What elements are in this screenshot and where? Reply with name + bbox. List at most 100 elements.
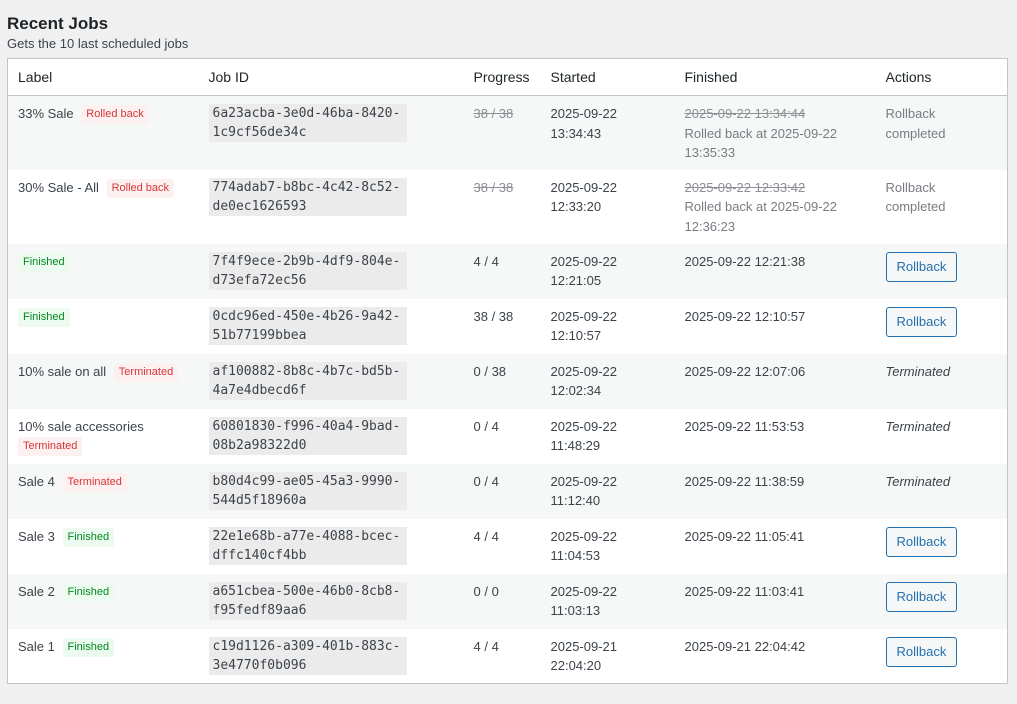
started-cell: 2025-09-22 12:33:20 [550, 179, 618, 215]
page-title: Recent Jobs [7, 14, 109, 33]
column-header-label: Label [7, 58, 199, 96]
job-id: 0cdc96ed-450e-4b26-9a42-51b77199bbea [208, 306, 407, 345]
finished-cell: 2025-09-21 22:04:42 [684, 638, 806, 654]
progress-cell: 38 / 38 [464, 170, 541, 244]
progress-value: 38 / 38 [473, 179, 514, 195]
started-cell: 2025-09-22 12:21:05 [550, 253, 618, 289]
job-id-cell: 7f4f9ece-2b9b-4df9-804e-d73efa72ec56 [199, 244, 464, 299]
status-badge: Finished [62, 582, 115, 602]
page-subtitle: Gets the 10 last scheduled jobs [7, 36, 189, 51]
started-cell: 2025-09-22 11:12:40 [550, 473, 618, 509]
rolled-back-note: Rolled back at 2025-09-22 12:36:23 [684, 199, 838, 234]
actions-cell: Rollback completed [876, 96, 1008, 170]
actions-cell: Rollback [876, 629, 1008, 684]
started-cell: 2025-09-22 12:10:57 [550, 308, 618, 344]
table-row: 30% Sale - All Rolled back 774adab7-b8bc… [7, 169, 1008, 244]
finished-cell: 2025-09-22 12:33:42 Rolled back at 2025-… [675, 170, 876, 244]
terminated-text: Terminated [885, 418, 951, 434]
rollback-button[interactable]: Rollback [885, 581, 958, 612]
finished-cell: 2025-09-22 12:21:38 [684, 253, 806, 269]
progress-cell: 0 / 4 [473, 418, 499, 434]
terminated-text: Terminated [885, 363, 951, 379]
table-row: Finished 7f4f9ece-2b9b-4df9-804e-d73efa7… [7, 243, 1008, 299]
actions-cell: Rollback [876, 299, 1008, 354]
status-badge: Terminated [62, 472, 127, 492]
table-row: 10% sale accessories Terminated 60801830… [7, 408, 1008, 464]
job-id: 7f4f9ece-2b9b-4df9-804e-d73efa72ec56 [208, 251, 407, 290]
job-id: 60801830-f996-40a4-9bad-08b2a98322d0 [208, 416, 407, 455]
progress-cell: 38 / 38 [464, 96, 541, 170]
actions-cell: Rollback [876, 244, 1008, 299]
job-id-cell: 22e1e68b-a77e-4088-bcec-dffc140cf4bb [199, 519, 464, 574]
label-cell: Finished [8, 244, 199, 299]
status-badge: Terminated [18, 437, 83, 456]
status-badge: Rolled back [106, 178, 175, 198]
job-label: 10% sale on all [18, 363, 107, 379]
table-row: Finished 0cdc96ed-450e-4b26-9a42-51b7719… [7, 298, 1008, 354]
job-id: af100882-8b8c-4b7c-bd5b-4a7e4dbecd6f [208, 361, 407, 400]
label-cell: 30% Sale - All Rolled back [8, 170, 199, 244]
job-id-cell: 60801830-f996-40a4-9bad-08b2a98322d0 [199, 409, 464, 464]
progress-cell: 4 / 4 [473, 528, 499, 544]
label-cell: Finished [8, 299, 199, 354]
status-badge: Finished [18, 307, 70, 327]
actions-cell: Terminated [876, 409, 1008, 464]
job-label: 30% Sale - All [18, 179, 99, 195]
started-cell: 2025-09-22 12:02:34 [550, 363, 618, 399]
label-cell: Sale 4 Terminated [8, 464, 199, 519]
rollback-completed-text: Rollback completed [885, 106, 946, 141]
actions-cell: Terminated [876, 354, 1008, 409]
job-label: Sale 4 [18, 473, 55, 489]
progress-cell: 4 / 4 [473, 253, 499, 269]
table-row: Sale 4 Terminated b80d4c99-ae05-45a3-999… [7, 463, 1008, 519]
progress-cell: 0 / 0 [473, 583, 499, 599]
progress-cell: 38 / 38 [473, 308, 514, 324]
job-id-cell: 774adab7-b8bc-4c42-8c52-de0ec1626593 [199, 170, 464, 244]
job-id-cell: a651cbea-500e-46b0-8cb8-f95fedf89aa6 [199, 574, 464, 629]
column-header-progress: Progress [463, 58, 541, 96]
rollback-button[interactable]: Rollback [885, 251, 958, 282]
job-id-cell: b80d4c99-ae05-45a3-9990-544d5f18960a [199, 464, 464, 519]
job-label: Sale 2 [18, 583, 55, 599]
table-row: Sale 2 Finished a651cbea-500e-46b0-8cb8-… [7, 573, 1008, 629]
rollback-button[interactable]: Rollback [885, 526, 958, 557]
job-id-cell: 6a23acba-3e0d-46ba-8420-1c9cf56de34c [199, 96, 464, 170]
progress-cell: 0 / 4 [473, 473, 499, 489]
job-label: Sale 1 [18, 638, 55, 654]
rollback-button[interactable]: Rollback [885, 306, 958, 337]
job-id: 6a23acba-3e0d-46ba-8420-1c9cf56de34c [208, 104, 407, 142]
table-row: Sale 3 Finished 22e1e68b-a77e-4088-bcec-… [7, 518, 1008, 574]
actions-cell: Terminated [876, 464, 1008, 519]
table-row: 33% Sale Rolled back 6a23acba-3e0d-46ba-… [7, 95, 1008, 170]
finished-cell: 2025-09-22 12:10:57 [684, 308, 806, 324]
label-cell: 10% sale accessories Terminated [8, 409, 199, 464]
started-cell: 2025-09-22 11:04:53 [550, 528, 618, 564]
jobs-table: Label Job ID Progress Started Finished A… [7, 58, 1008, 684]
job-id: 22e1e68b-a77e-4088-bcec-dffc140cf4bb [208, 526, 407, 565]
label-cell: Sale 3 Finished [8, 519, 199, 574]
finished-cell: 2025-09-22 11:05:41 [684, 528, 805, 544]
finished-cell: 2025-09-22 11:38:59 [684, 473, 805, 489]
table-header-row: Label Job ID Progress Started Finished A… [7, 58, 1008, 96]
status-badge: Finished [62, 637, 115, 657]
job-id-cell: c19d1126-a309-401b-883c-3e4770f0b096 [199, 629, 464, 684]
job-label: Sale 3 [18, 528, 55, 544]
column-header-job-id: Job ID [198, 58, 464, 96]
rolled-back-note: Rolled back at 2025-09-22 13:35:33 [684, 125, 838, 161]
column-header-actions: Actions [875, 58, 1008, 96]
finished-cell: 2025-09-22 13:34:44 Rolled back at 2025-… [675, 96, 876, 170]
progress-cell: 4 / 4 [473, 638, 499, 654]
job-id-cell: af100882-8b8c-4b7c-bd5b-4a7e4dbecd6f [199, 354, 464, 409]
started-cell: 2025-09-21 22:04:20 [550, 638, 618, 674]
job-id: a651cbea-500e-46b0-8cb8-f95fedf89aa6 [208, 581, 407, 620]
finished-cell: 2025-09-22 12:07:06 [684, 363, 806, 379]
actions-cell: Rollback [876, 574, 1008, 629]
rollback-button[interactable]: Rollback [885, 636, 958, 667]
started-cell: 2025-09-22 11:03:13 [550, 583, 618, 619]
status-badge: Finished [62, 527, 115, 547]
job-label: 10% sale accessories [18, 418, 144, 434]
job-label: 33% Sale [18, 106, 74, 121]
started-cell: 2025-09-22 11:48:29 [550, 418, 618, 454]
actions-cell: Rollback completed [876, 170, 1008, 244]
label-cell: 10% sale on all Terminated [8, 354, 199, 409]
